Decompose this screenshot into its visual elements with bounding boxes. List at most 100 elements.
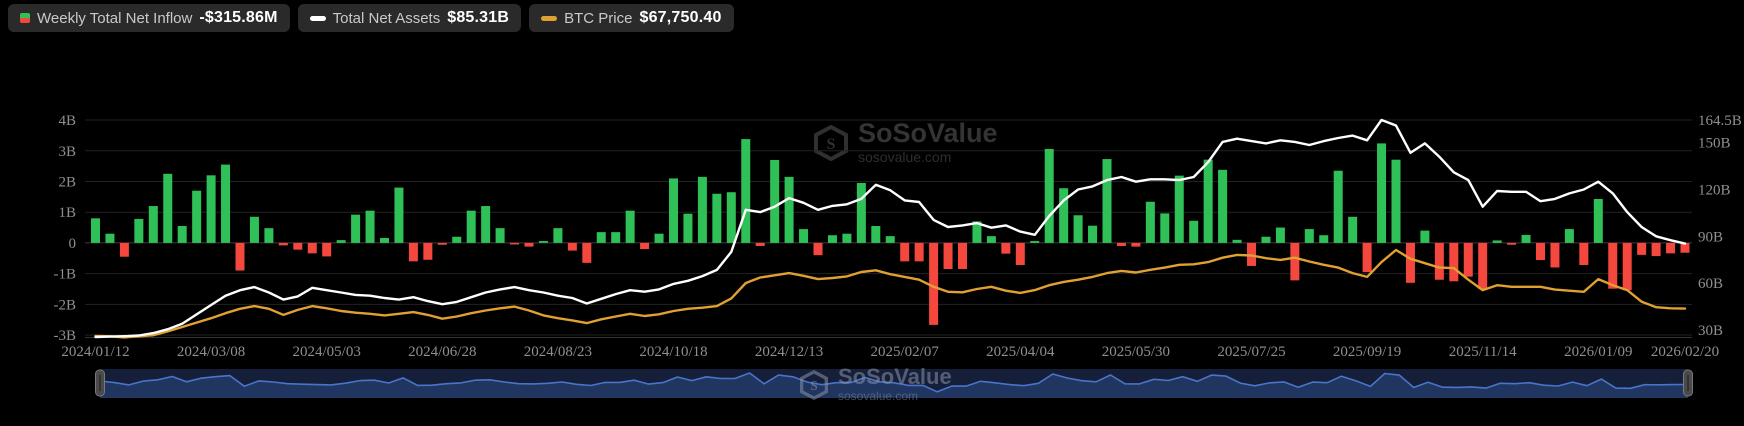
weekly-net-inflow-bar[interactable] [1059,188,1069,243]
weekly-net-inflow-bar[interactable] [1348,216,1358,243]
weekly-net-inflow-bar[interactable] [1550,242,1560,268]
weekly-net-inflow-bar[interactable] [712,193,722,243]
weekly-net-inflow-bar[interactable] [1232,239,1242,243]
weekly-net-inflow-bar[interactable] [1377,143,1387,243]
weekly-net-inflow-bar[interactable] [1593,198,1603,243]
weekly-net-inflow-bar[interactable] [264,228,274,243]
weekly-net-inflow-bar[interactable] [1492,240,1502,243]
weekly-net-inflow-bar[interactable] [596,232,606,243]
weekly-net-inflow-bar[interactable] [1261,236,1271,243]
weekly-net-inflow-bar[interactable] [640,242,650,250]
weekly-net-inflow-bar[interactable] [1189,220,1199,243]
weekly-net-inflow-bar[interactable] [654,233,664,243]
weekly-net-inflow-bar[interactable] [1434,242,1444,280]
weekly-net-inflow-bar[interactable] [567,242,577,251]
weekly-net-inflow-bar[interactable] [351,214,361,243]
weekly-net-inflow-bar[interactable] [134,218,144,243]
weekly-net-inflow-bar[interactable] [611,232,621,243]
weekly-net-inflow-bar[interactable] [249,216,259,243]
weekly-net-inflow-bar[interactable] [119,242,129,257]
weekly-net-inflow-bar[interactable] [943,242,953,270]
weekly-net-inflow-bar[interactable] [408,242,418,262]
weekly-net-inflow-bar[interactable] [336,240,346,243]
weekly-net-inflow-bar[interactable] [538,241,548,243]
weekly-net-inflow-bar[interactable] [697,176,707,243]
weekly-net-inflow-bar[interactable] [582,242,592,263]
weekly-net-inflow-bar[interactable] [827,235,837,243]
weekly-net-inflow-bar[interactable] [278,242,288,246]
weekly-net-inflow-bar[interactable] [495,228,505,243]
weekly-net-inflow-bar[interactable] [1304,229,1314,243]
main-chart[interactable]: 4B 3B 2B 1B 0 -1B -2B -3B 164.5B 150B 120B 90B 60B 30… [0,0,1744,426]
weekly-net-inflow-bar[interactable] [206,175,216,243]
weekly-net-inflow-bar[interactable] [856,183,866,243]
weekly-net-inflow-bar[interactable] [871,226,881,243]
weekly-net-inflow-bar[interactable] [799,229,809,243]
weekly-net-inflow-bar[interactable] [293,242,303,250]
weekly-net-inflow-bar[interactable] [466,210,476,243]
weekly-net-inflow-bar[interactable] [929,242,939,325]
weekly-net-inflow-bar[interactable] [1651,242,1661,257]
weekly-net-inflow-bar[interactable] [437,242,447,245]
weekly-net-inflow-bar[interactable] [1362,242,1372,273]
weekly-net-inflow-bar[interactable] [770,159,780,243]
weekly-net-inflow-bar[interactable] [307,242,317,254]
weekly-net-inflow-bar[interactable] [380,237,389,243]
weekly-net-inflow-bar[interactable] [1203,159,1213,243]
weekly-net-inflow-bar[interactable] [148,206,158,243]
weekly-net-inflow-bar[interactable] [1145,201,1155,243]
weekly-net-inflow-bar[interactable] [1290,242,1300,281]
weekly-net-inflow-bar[interactable] [1536,242,1545,261]
weekly-net-inflow-bar[interactable] [1564,229,1574,243]
weekly-net-inflow-bar[interactable] [1333,170,1343,243]
weekly-net-inflow-bar[interactable] [553,228,563,243]
weekly-net-inflow-bar[interactable] [1637,242,1647,255]
weekly-net-inflow-bar[interactable] [986,236,996,243]
weekly-net-inflow-bar[interactable] [322,242,332,257]
weekly-net-inflow-bar[interactable] [669,178,678,243]
weekly-net-inflow-bar[interactable] [900,242,910,262]
weekly-net-inflow-bar[interactable] [423,242,433,260]
weekly-net-inflow-bar[interactable] [1218,169,1228,243]
weekly-net-inflow-bar[interactable] [394,187,404,243]
weekly-net-inflow-bar[interactable] [192,190,202,243]
weekly-net-inflow-bar[interactable] [1001,242,1011,254]
weekly-net-inflow-bar[interactable] [813,242,823,256]
weekly-net-inflow-bar[interactable] [1030,241,1040,243]
weekly-net-inflow-bar[interactable] [1463,242,1473,277]
weekly-net-inflow-bar[interactable] [91,218,100,243]
weekly-net-inflow-bar[interactable] [235,242,245,271]
weekly-net-inflow-bar[interactable] [1275,227,1285,243]
weekly-net-inflow-bar[interactable] [1405,242,1415,283]
weekly-net-inflow-bar[interactable] [1073,215,1083,243]
weekly-net-inflow-bar[interactable] [914,242,924,262]
weekly-net-inflow-bar[interactable] [481,206,491,243]
weekly-net-inflow-bar[interactable] [1521,234,1531,243]
weekly-net-inflow-bar[interactable] [683,213,693,243]
weekly-net-inflow-bar[interactable] [958,242,967,270]
weekly-net-inflow-bar[interactable] [221,164,231,243]
weekly-net-inflow-bar[interactable] [1102,159,1112,243]
weekly-net-inflow-bar[interactable] [784,176,794,243]
weekly-net-inflow-bar[interactable] [842,233,852,243]
weekly-net-inflow-bar[interactable] [1174,175,1184,243]
weekly-net-inflow-bar[interactable] [726,192,736,243]
weekly-net-inflow-bar[interactable] [741,139,751,243]
weekly-net-inflow-bar[interactable] [1579,242,1589,266]
btc-price-line[interactable] [94,248,1687,339]
weekly-net-inflow-bar[interactable] [1319,235,1329,243]
weekly-net-inflow-bar[interactable] [1088,225,1098,243]
weekly-net-inflow-bar[interactable] [1608,242,1618,289]
weekly-net-inflow-bar[interactable] [105,233,115,243]
weekly-net-inflow-bar[interactable] [1391,159,1401,243]
weekly-net-inflow-bar[interactable] [1015,242,1025,266]
weekly-net-inflow-bar[interactable] [1131,242,1141,247]
weekly-net-inflow-bar[interactable] [1478,242,1488,289]
weekly-net-inflow-bar[interactable] [625,210,635,243]
weekly-net-inflow-bar[interactable] [177,226,187,243]
weekly-net-inflow-bar[interactable] [1666,242,1676,254]
weekly-net-inflow-bar[interactable] [755,242,765,246]
weekly-net-inflow-bar[interactable] [1160,213,1170,243]
weekly-net-inflow-bar[interactable] [1420,230,1430,243]
weekly-net-inflow-bar[interactable] [1044,148,1054,243]
